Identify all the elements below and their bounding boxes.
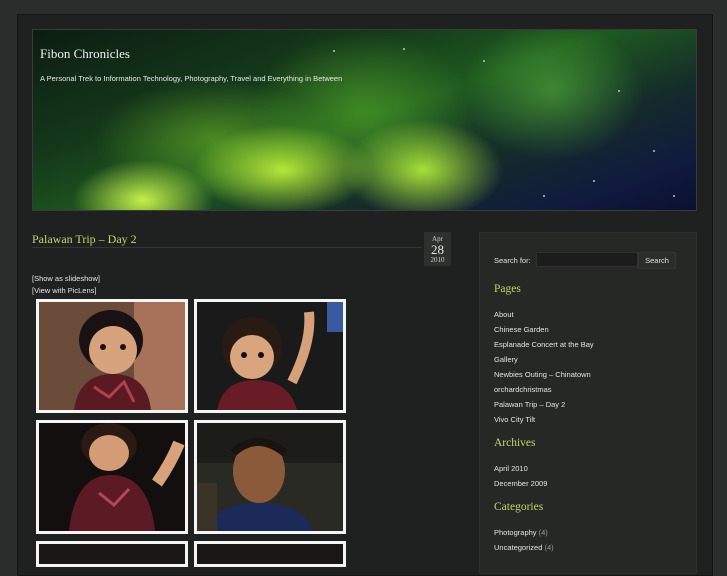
archives-widget-title: Archives [494,437,536,449]
site-title[interactable]: Fibon Chronicles [40,46,130,62]
page-link-vivo-city[interactable]: Vivo City Tilt [494,415,535,424]
date-day: 28 [431,242,444,257]
star [543,195,545,197]
star [483,60,485,62]
category-link-photography[interactable]: Photography [494,528,537,537]
photo-girl-wave-icon [197,302,343,410]
page-link-about[interactable]: About [494,310,514,319]
page-link-orchardchristmas[interactable]: orchardchristmas [494,385,552,394]
header-banner: Fibon Chronicles A Personal Trek to Info… [32,29,697,211]
categories-widget-title: Categories [494,501,544,513]
star [653,150,655,152]
star [673,195,675,197]
search-label: Search for: [494,256,531,265]
category-count: (4) [538,528,548,537]
sidebar: Search for: Search Pages About Chinese G… [479,232,697,574]
page-link-newbies-outing[interactable]: Newbies Outing – Chinatown [494,370,591,379]
site-description: A Personal Trek to Information Technolog… [40,74,343,83]
search-button[interactable]: Search [638,252,676,269]
photo-girl-icon [39,302,185,410]
page-link-esplanade[interactable]: Esplanade Concert at the Bay [494,340,594,349]
post-date: Apr 28 2010 [424,232,451,266]
archive-link-april-2010[interactable]: April 2010 [494,464,528,473]
photo-girl-hand-icon [39,423,185,531]
star [403,48,405,50]
page-link-palawan-trip[interactable]: Palawan Trip – Day 2 [494,400,565,409]
star [593,180,595,182]
gallery-thumbnail[interactable] [36,299,188,413]
star [618,90,620,92]
gallery-thumbnail[interactable] [194,420,346,534]
category-item: Uncategorized (4) [494,543,554,552]
star [333,50,335,52]
post-title[interactable]: Palawan Trip – Day 2 [32,232,137,247]
piclens-link[interactable]: [View with PicLens] [32,286,96,295]
gallery-thumbnail[interactable] [36,420,188,534]
photo-man-icon [197,423,343,531]
pages-widget-title: Pages [494,283,521,295]
page-link-chinese-garden[interactable]: Chinese Garden [494,325,549,334]
archive-link-december-2009[interactable]: December 2009 [494,479,547,488]
category-item: Photography (4) [494,528,548,537]
title-divider [32,247,422,248]
gallery-thumbnail[interactable] [194,299,346,413]
category-count: (4) [544,543,554,552]
search-input[interactable] [536,252,638,267]
page-link-gallery[interactable]: Gallery [494,355,518,364]
slideshow-link[interactable]: [Show as slideshow] [32,274,100,283]
category-link-uncategorized[interactable]: Uncategorized [494,543,542,552]
date-year: 2010 [430,256,445,264]
page-wrapper: Fibon Chronicles A Personal Trek to Info… [17,14,713,576]
